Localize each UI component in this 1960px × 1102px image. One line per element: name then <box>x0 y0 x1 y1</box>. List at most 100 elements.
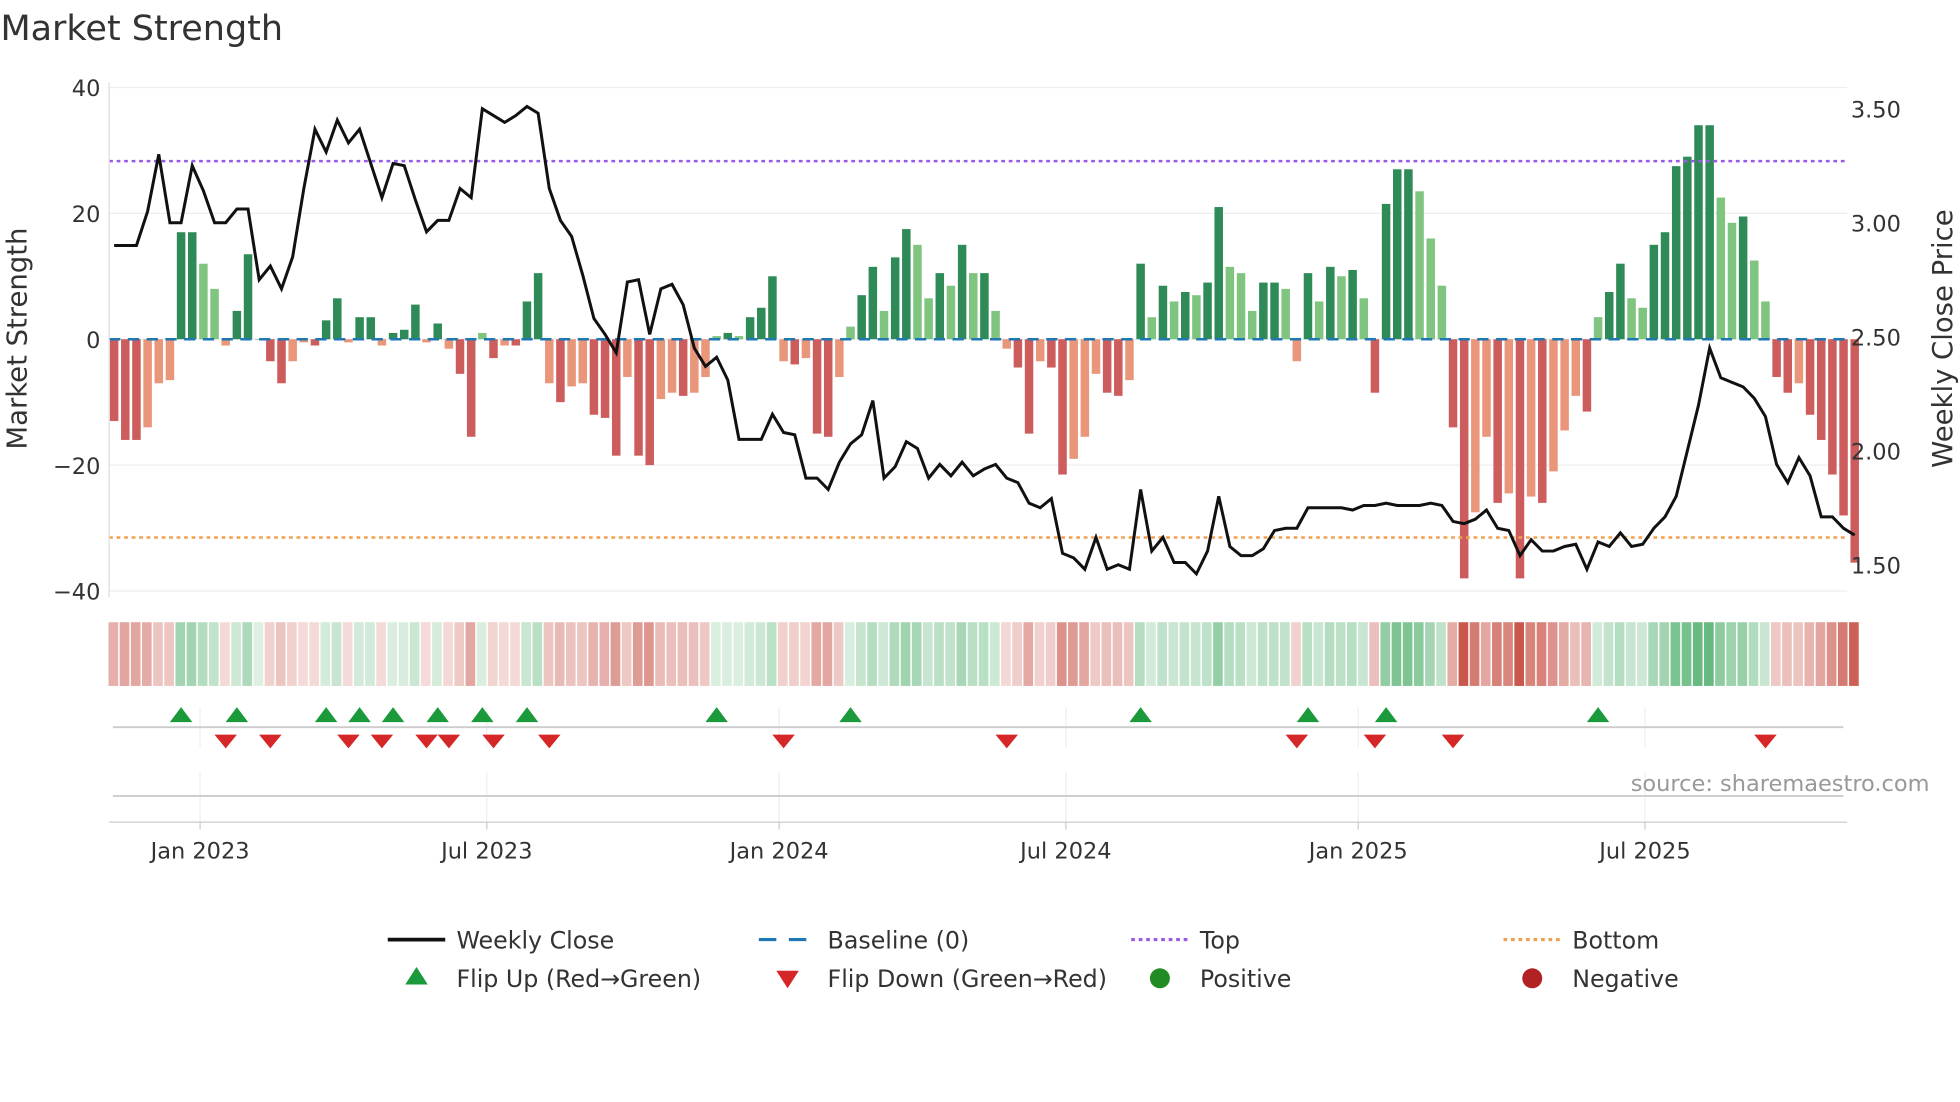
heat-cell <box>1503 622 1513 686</box>
heat-cell <box>577 622 587 686</box>
heat-cell <box>1235 622 1246 686</box>
strength-bar <box>1515 339 1525 579</box>
flip-down-marker <box>1285 734 1309 749</box>
strength-bar <box>1471 339 1480 513</box>
flip-up-marker <box>314 707 338 723</box>
strength-bar <box>1437 285 1447 340</box>
strength-bar <box>143 339 152 428</box>
heat-cell <box>1782 622 1792 686</box>
heat-cell <box>822 622 833 686</box>
strength-bar <box>600 339 610 418</box>
heat-cell <box>409 622 420 686</box>
legend-label: Negative <box>1572 965 1678 993</box>
strength-bar <box>634 339 643 456</box>
heat-cell <box>465 622 476 686</box>
strength-bar <box>1839 339 1848 516</box>
y2-axis-label: Weekly Close Price <box>1927 209 1959 467</box>
y-tick-label: 0 <box>86 328 100 354</box>
heat-cell <box>1280 622 1290 686</box>
heat-cell <box>1335 622 1346 686</box>
heat-cell <box>376 622 386 686</box>
heat-cell <box>208 622 219 686</box>
heat-cell <box>1168 622 1179 686</box>
grid <box>109 86 1848 823</box>
heat-cell <box>1659 622 1670 686</box>
heat-cell <box>1023 622 1034 686</box>
heat-cell <box>1692 622 1703 686</box>
strength-bar <box>868 266 878 340</box>
strength-bar <box>1816 339 1826 440</box>
strength-bar <box>1281 288 1290 340</box>
strength-bar <box>946 285 956 340</box>
strength-bar <box>1225 266 1235 340</box>
strength-bar <box>1169 301 1179 340</box>
heat-cell <box>1625 622 1636 686</box>
heat-cell <box>1592 622 1603 686</box>
heat-cell <box>1614 622 1625 686</box>
strength-bar <box>924 298 933 340</box>
strength-bar <box>533 273 543 340</box>
strength-bar <box>1794 339 1804 384</box>
heat-cell <box>1637 622 1647 686</box>
heat-cell <box>744 622 755 686</box>
strength-bar <box>176 232 186 340</box>
strength-bar <box>768 276 777 340</box>
heat-cell <box>1257 622 1268 686</box>
heat-cell <box>599 622 610 686</box>
heat-cell <box>1291 622 1301 686</box>
heat-cell <box>1012 622 1022 686</box>
strength-bar <box>266 339 275 362</box>
y2-tick-label: 3.00 <box>1851 211 1901 237</box>
y-tick-label: 40 <box>72 76 101 102</box>
heat-cell <box>253 622 264 686</box>
heat-cell <box>844 622 855 686</box>
strength-bar <box>1393 169 1402 340</box>
flip-down-marker <box>370 734 394 749</box>
flip-up-marker <box>169 707 193 723</box>
flip-up-marker <box>471 707 494 723</box>
heat-cell <box>1391 622 1402 686</box>
heat-cell <box>1770 622 1781 686</box>
strength-bar <box>1292 339 1302 362</box>
strength-bar <box>1326 266 1335 340</box>
heat-cell <box>911 622 922 686</box>
flip-down-marker <box>1363 734 1387 749</box>
heat-cell <box>1302 622 1313 686</box>
flip-up-marker <box>839 707 862 723</box>
flip-up-marker <box>515 707 539 723</box>
heat-cell <box>867 622 877 686</box>
y2-tick-label: 1.50 <box>1851 553 1901 579</box>
flip-down-marker <box>1754 734 1777 749</box>
strength-bar <box>1571 339 1581 396</box>
heat-cell <box>666 622 677 686</box>
heat-cell <box>1804 622 1815 686</box>
heat-cell <box>1715 622 1725 686</box>
strength-bar <box>1538 339 1547 503</box>
heat-cell <box>1670 622 1681 686</box>
strength-bar <box>321 320 331 340</box>
heat-cell <box>153 622 163 686</box>
strength-bar <box>277 339 286 384</box>
heat-cell <box>309 622 320 686</box>
heat-cell <box>1492 622 1502 686</box>
heat-cell <box>164 622 174 686</box>
strength-bar <box>790 339 799 365</box>
heat-cell <box>510 622 520 686</box>
strength-bar <box>411 304 420 340</box>
strength-bar <box>1526 339 1536 497</box>
strength-bar <box>812 339 822 434</box>
heat-cell <box>1759 622 1770 686</box>
strength-bar <box>1448 339 1458 428</box>
flip-down-marker <box>995 734 1018 749</box>
heat-cell <box>565 622 576 686</box>
heat-cell <box>342 622 353 686</box>
heat-cell <box>141 622 152 686</box>
heat-cell <box>1425 622 1435 686</box>
strength-bar <box>1259 282 1268 340</box>
strength-bar <box>1415 191 1424 340</box>
y2-tick-label: 3.50 <box>1851 97 1901 123</box>
heat-cell <box>1146 622 1156 686</box>
heat-cell <box>755 622 766 686</box>
flip-up-marker <box>225 707 249 723</box>
legend-label: Bottom <box>1572 926 1659 954</box>
